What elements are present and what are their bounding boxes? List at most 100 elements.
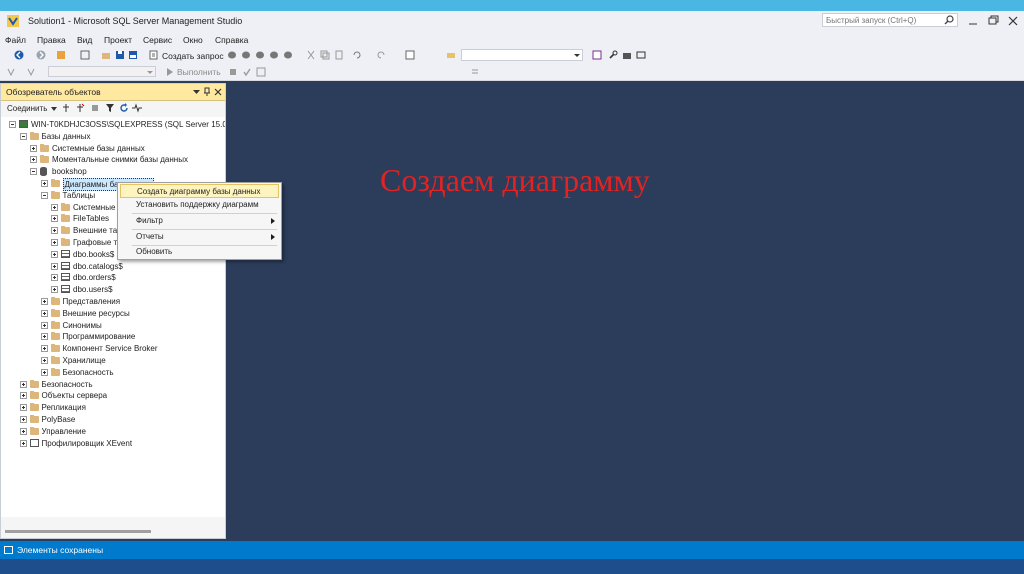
expand-icon[interactable] [19, 416, 27, 423]
menu-edit[interactable]: Правка [37, 35, 66, 45]
expand-icon[interactable] [40, 345, 48, 353]
tree-node[interactable]: Профилировщик XEvent [1, 438, 225, 449]
results-to-icon[interactable] [256, 67, 266, 77]
collapse-icon[interactable] [9, 121, 16, 128]
expand-icon[interactable] [51, 286, 58, 294]
cut-icon[interactable] [306, 50, 316, 60]
connect-icon[interactable] [6, 67, 16, 77]
tree-node[interactable]: Объекты сервера [1, 390, 225, 401]
open-icon[interactable] [101, 50, 111, 60]
expand-icon[interactable] [51, 215, 58, 223]
parse-icon[interactable] [242, 67, 252, 77]
solution-config-icon[interactable] [446, 50, 456, 60]
tree-node[interactable]: PolyBase [1, 414, 225, 425]
activity-monitor-icon[interactable] [132, 103, 142, 113]
tree-node[interactable]: WIN-T0KDHJC3OSS\SQLEXPRESS (SQL Server 1… [1, 119, 225, 130]
expand-icon[interactable] [51, 250, 58, 258]
dmx-query-icon[interactable] [255, 50, 265, 60]
wrench-icon[interactable] [608, 50, 618, 60]
collapse-icon[interactable] [19, 132, 27, 140]
expand-icon[interactable] [51, 227, 58, 235]
add-item-icon[interactable] [80, 50, 90, 60]
expand-icon[interactable] [40, 321, 48, 329]
mdx-query-icon[interactable] [241, 50, 251, 60]
new-query-icon[interactable] [149, 50, 159, 60]
save-all-icon[interactable] [128, 50, 138, 60]
expand-icon[interactable] [51, 203, 58, 211]
menu-item-filter[interactable]: Фильтр [120, 214, 279, 228]
collapse-icon[interactable] [40, 191, 48, 199]
tree-node[interactable]: Программирование [1, 331, 225, 342]
expand-icon[interactable] [51, 274, 58, 282]
tree-node[interactable]: dbo.catalogs$ [1, 261, 225, 272]
menu-item-refresh[interactable]: Обновить [120, 245, 279, 259]
horizontal-scrollbar[interactable] [5, 530, 151, 533]
menu-file[interactable]: Файл [5, 35, 26, 45]
tree-node[interactable]: bookshop [1, 166, 225, 177]
cancel-query-icon[interactable] [228, 67, 238, 77]
stop-icon[interactable] [90, 103, 100, 113]
tree-node[interactable]: dbo.users$ [1, 284, 225, 295]
menu-window[interactable]: Окно [183, 35, 203, 45]
available-databases-combo[interactable] [48, 66, 156, 77]
menu-tools[interactable]: Сервис [143, 35, 172, 45]
quick-launch-input[interactable] [823, 14, 944, 26]
expand-icon[interactable] [19, 427, 27, 435]
tree-node[interactable]: Компонент Service Broker [1, 343, 225, 354]
redo-icon[interactable] [376, 50, 386, 60]
menu-item-install-diagram-support[interactable]: Установить поддержку диаграмм [120, 198, 279, 212]
properties-window-icon[interactable] [636, 50, 646, 60]
connect-button[interactable]: Соединить [7, 104, 47, 113]
close-button[interactable] [1006, 15, 1020, 27]
forward-icon[interactable] [36, 50, 46, 60]
execute-button[interactable]: Выполнить [177, 67, 221, 77]
xmla-query-icon[interactable] [269, 50, 279, 60]
close-panel-icon[interactable] [214, 88, 222, 96]
expand-icon[interactable] [51, 239, 58, 246]
minimize-button[interactable] [966, 15, 980, 27]
undo-icon[interactable] [352, 50, 362, 60]
comment-icon[interactable] [470, 67, 480, 77]
restore-button[interactable] [986, 15, 1000, 27]
tree-node[interactable]: Безопасность [1, 379, 225, 390]
connect-object-explorer-icon[interactable] [61, 103, 71, 113]
collapse-icon[interactable] [30, 168, 37, 176]
tree-node[interactable]: Внешние ресурсы [1, 308, 225, 319]
expand-icon[interactable] [19, 380, 27, 388]
expand-icon[interactable] [30, 144, 37, 152]
execute-icon[interactable] [165, 67, 175, 77]
database-engine-query-icon[interactable] [227, 50, 237, 60]
template-explorer-icon[interactable] [592, 50, 602, 60]
dax-query-icon[interactable] [283, 50, 293, 60]
expand-icon[interactable] [40, 333, 48, 341]
panel-menu-icon[interactable] [193, 89, 200, 95]
tree-node[interactable]: Безопасность [1, 367, 225, 378]
filter-icon[interactable] [105, 103, 115, 113]
expand-icon[interactable] [40, 357, 48, 364]
expand-icon[interactable] [19, 392, 27, 400]
expand-icon[interactable] [19, 404, 27, 412]
tree-node[interactable]: Репликация [1, 402, 225, 413]
expand-icon[interactable] [40, 368, 48, 376]
tree-node[interactable]: Синонимы [1, 320, 225, 331]
chevron-down-icon[interactable] [51, 107, 57, 111]
expand-icon[interactable] [40, 180, 48, 187]
new-query-button[interactable]: Создать запрос [162, 51, 224, 61]
quick-launch-box[interactable] [822, 13, 958, 27]
refresh-icon[interactable] [119, 103, 129, 113]
expand-icon[interactable] [51, 262, 58, 270]
menu-item-create-diagram[interactable]: Создать диаграмму базы данных [120, 184, 279, 198]
tree-node[interactable]: Управление [1, 426, 225, 437]
solution-configuration-combo[interactable] [461, 49, 583, 61]
menu-project[interactable]: Проект [104, 35, 132, 45]
copy-icon[interactable] [320, 50, 330, 60]
menu-view[interactable]: Вид [77, 35, 92, 45]
tree-node[interactable]: Базы данных [1, 131, 225, 142]
disconnect-icon[interactable] [75, 103, 85, 113]
save-icon[interactable] [115, 50, 125, 60]
tree-node[interactable]: Моментальные снимки базы данных [1, 154, 225, 165]
tree-node[interactable]: dbo.orders$ [1, 272, 225, 283]
expand-icon[interactable] [30, 156, 37, 164]
new-project-icon[interactable] [56, 50, 66, 60]
expand-icon[interactable] [19, 439, 27, 447]
